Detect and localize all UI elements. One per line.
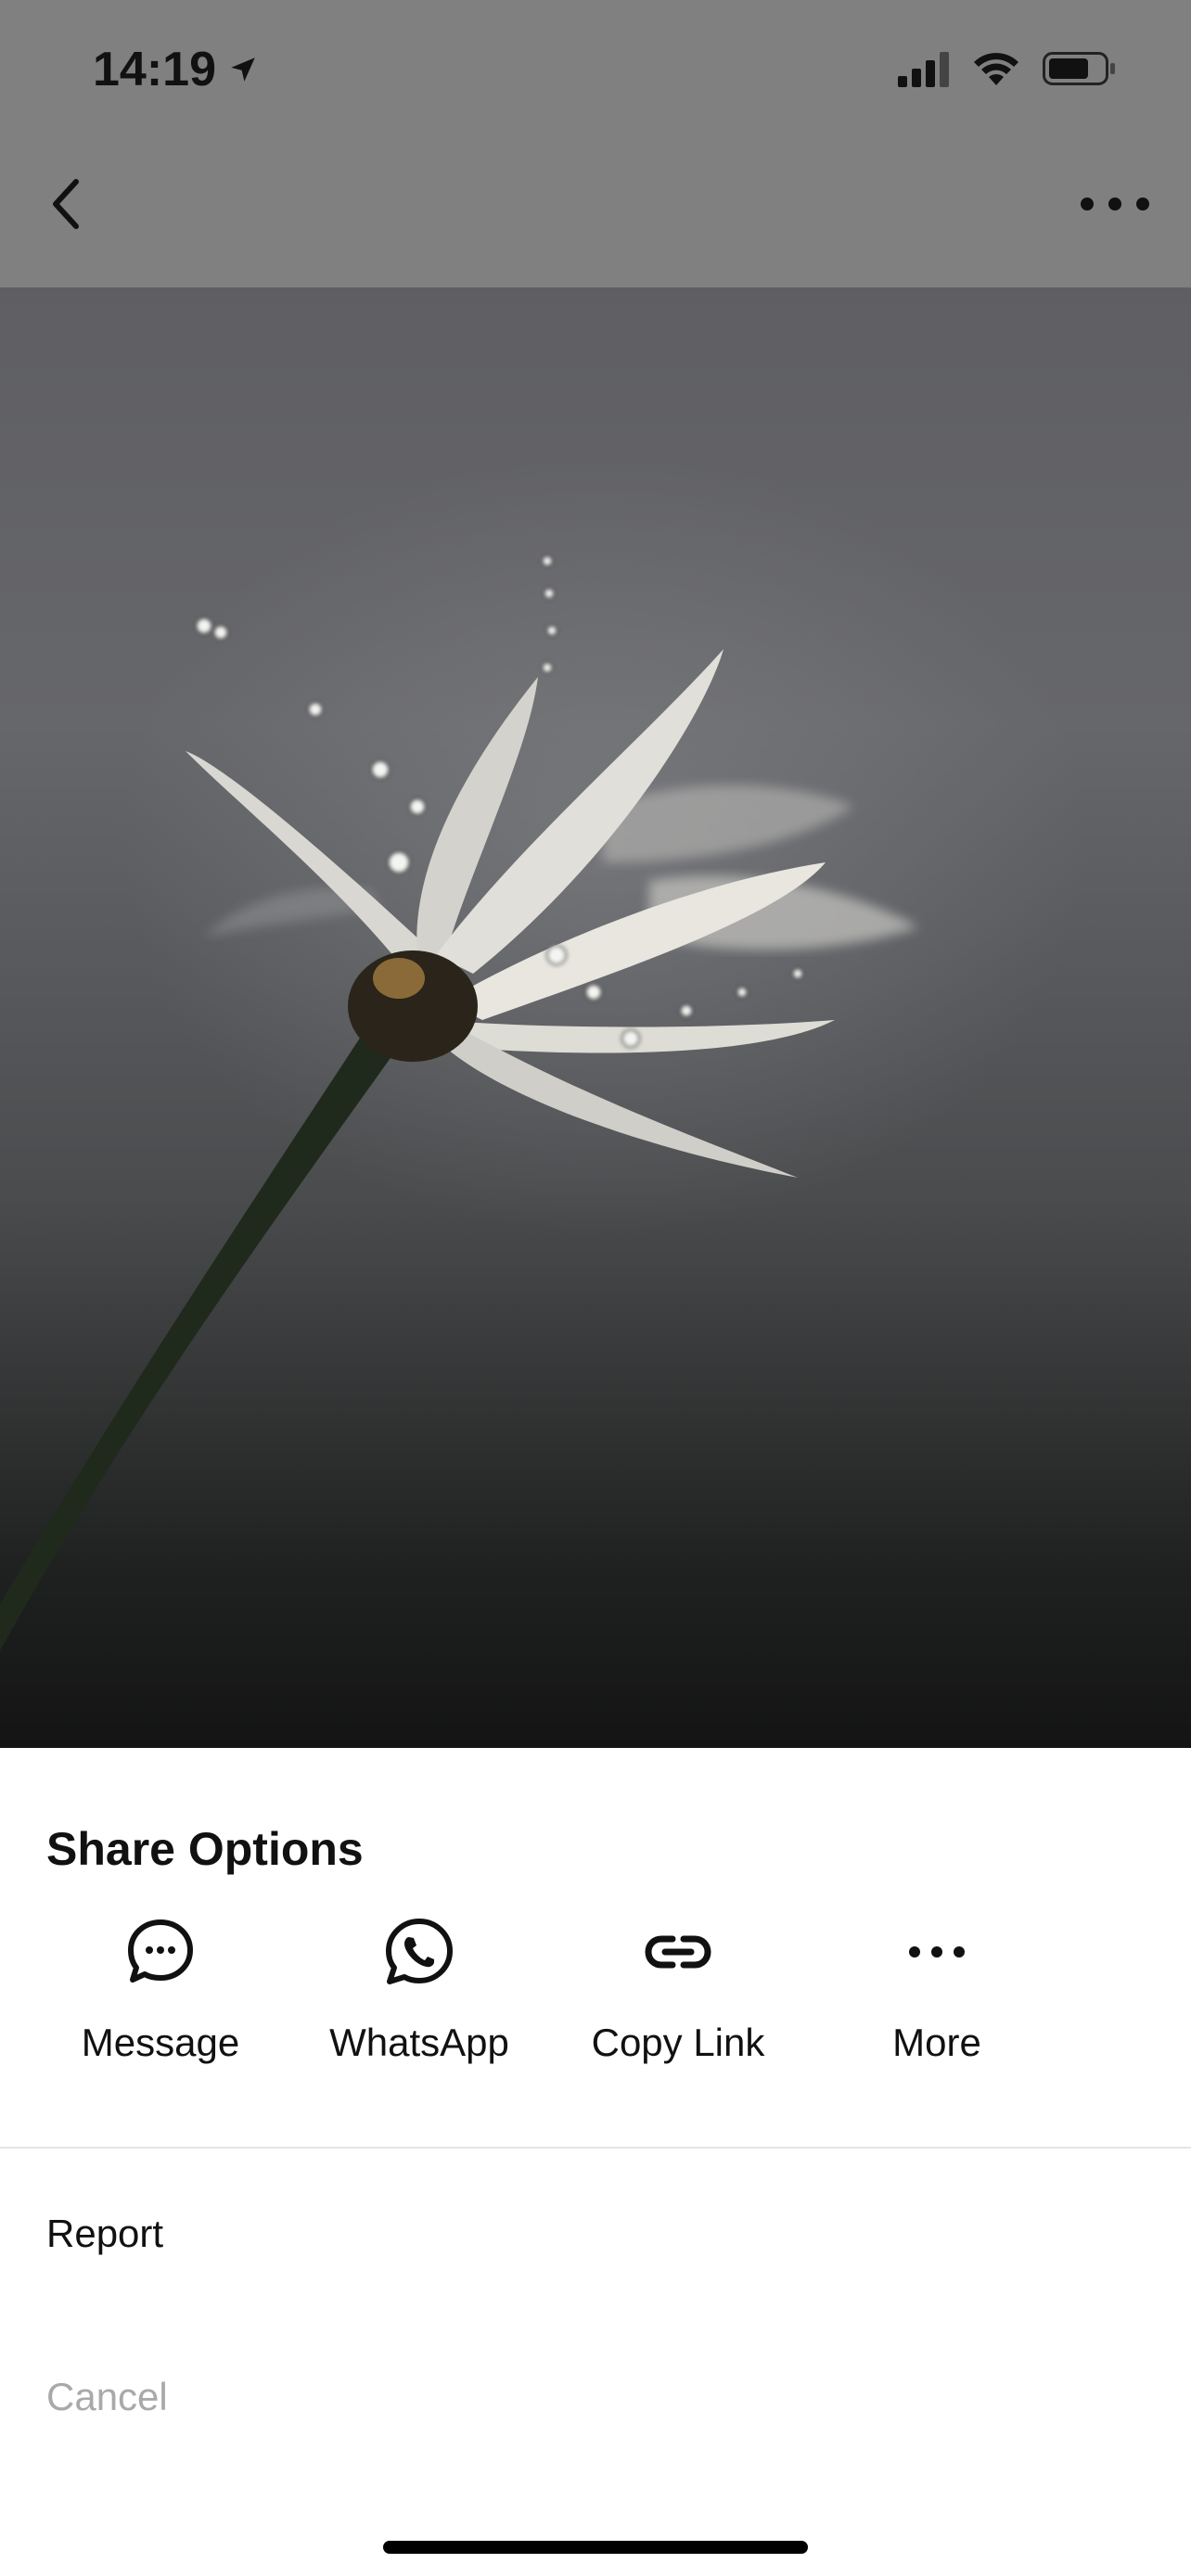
share-option-message[interactable]: Message — [49, 1915, 272, 2100]
status-icons — [898, 41, 1117, 96]
back-button[interactable] — [33, 171, 100, 237]
home-indicator — [383, 2541, 808, 2554]
post-photo — [0, 287, 1191, 1748]
share-option-copy-link[interactable]: Copy Link — [567, 1915, 789, 2100]
share-options-row: Message WhatsApp Copy Link More — [0, 1915, 1191, 2100]
ellipsis-icon — [909, 1946, 965, 1958]
top-bar: 14:19 — [0, 0, 1191, 287]
share-option-label: Message — [81, 2021, 240, 2064]
battery-icon — [1043, 52, 1115, 85]
share-option-whatsapp[interactable]: WhatsApp — [308, 1915, 531, 2100]
daisy-photo-illustration — [0, 454, 1085, 1651]
share-option-label: WhatsApp — [329, 2021, 509, 2064]
status-time: 14:19 — [93, 37, 259, 102]
ellipsis-icon — [1081, 198, 1149, 210]
more-options-button[interactable] — [1076, 176, 1154, 232]
share-option-label: Copy Link — [591, 2021, 765, 2064]
message-bubble-icon — [128, 1919, 193, 1983]
location-arrow-icon — [231, 57, 255, 82]
cancel-button[interactable]: Cancel — [46, 2375, 168, 2419]
status-time-text: 14:19 — [93, 43, 216, 96]
whatsapp-icon — [386, 1919, 453, 1984]
link-icon — [645, 1935, 711, 1969]
share-sheet: Share Options Message WhatsApp Copy Link — [0, 1748, 1191, 2576]
report-button[interactable]: Report — [46, 2212, 163, 2256]
divider — [0, 2147, 1191, 2149]
chevron-left-icon — [53, 179, 79, 229]
wifi-icon — [974, 53, 1018, 85]
share-option-label: More — [892, 2021, 981, 2064]
signal-icon — [898, 52, 949, 87]
share-sheet-title: Share Options — [46, 1823, 364, 1875]
share-option-more[interactable]: More — [826, 1915, 1048, 2100]
